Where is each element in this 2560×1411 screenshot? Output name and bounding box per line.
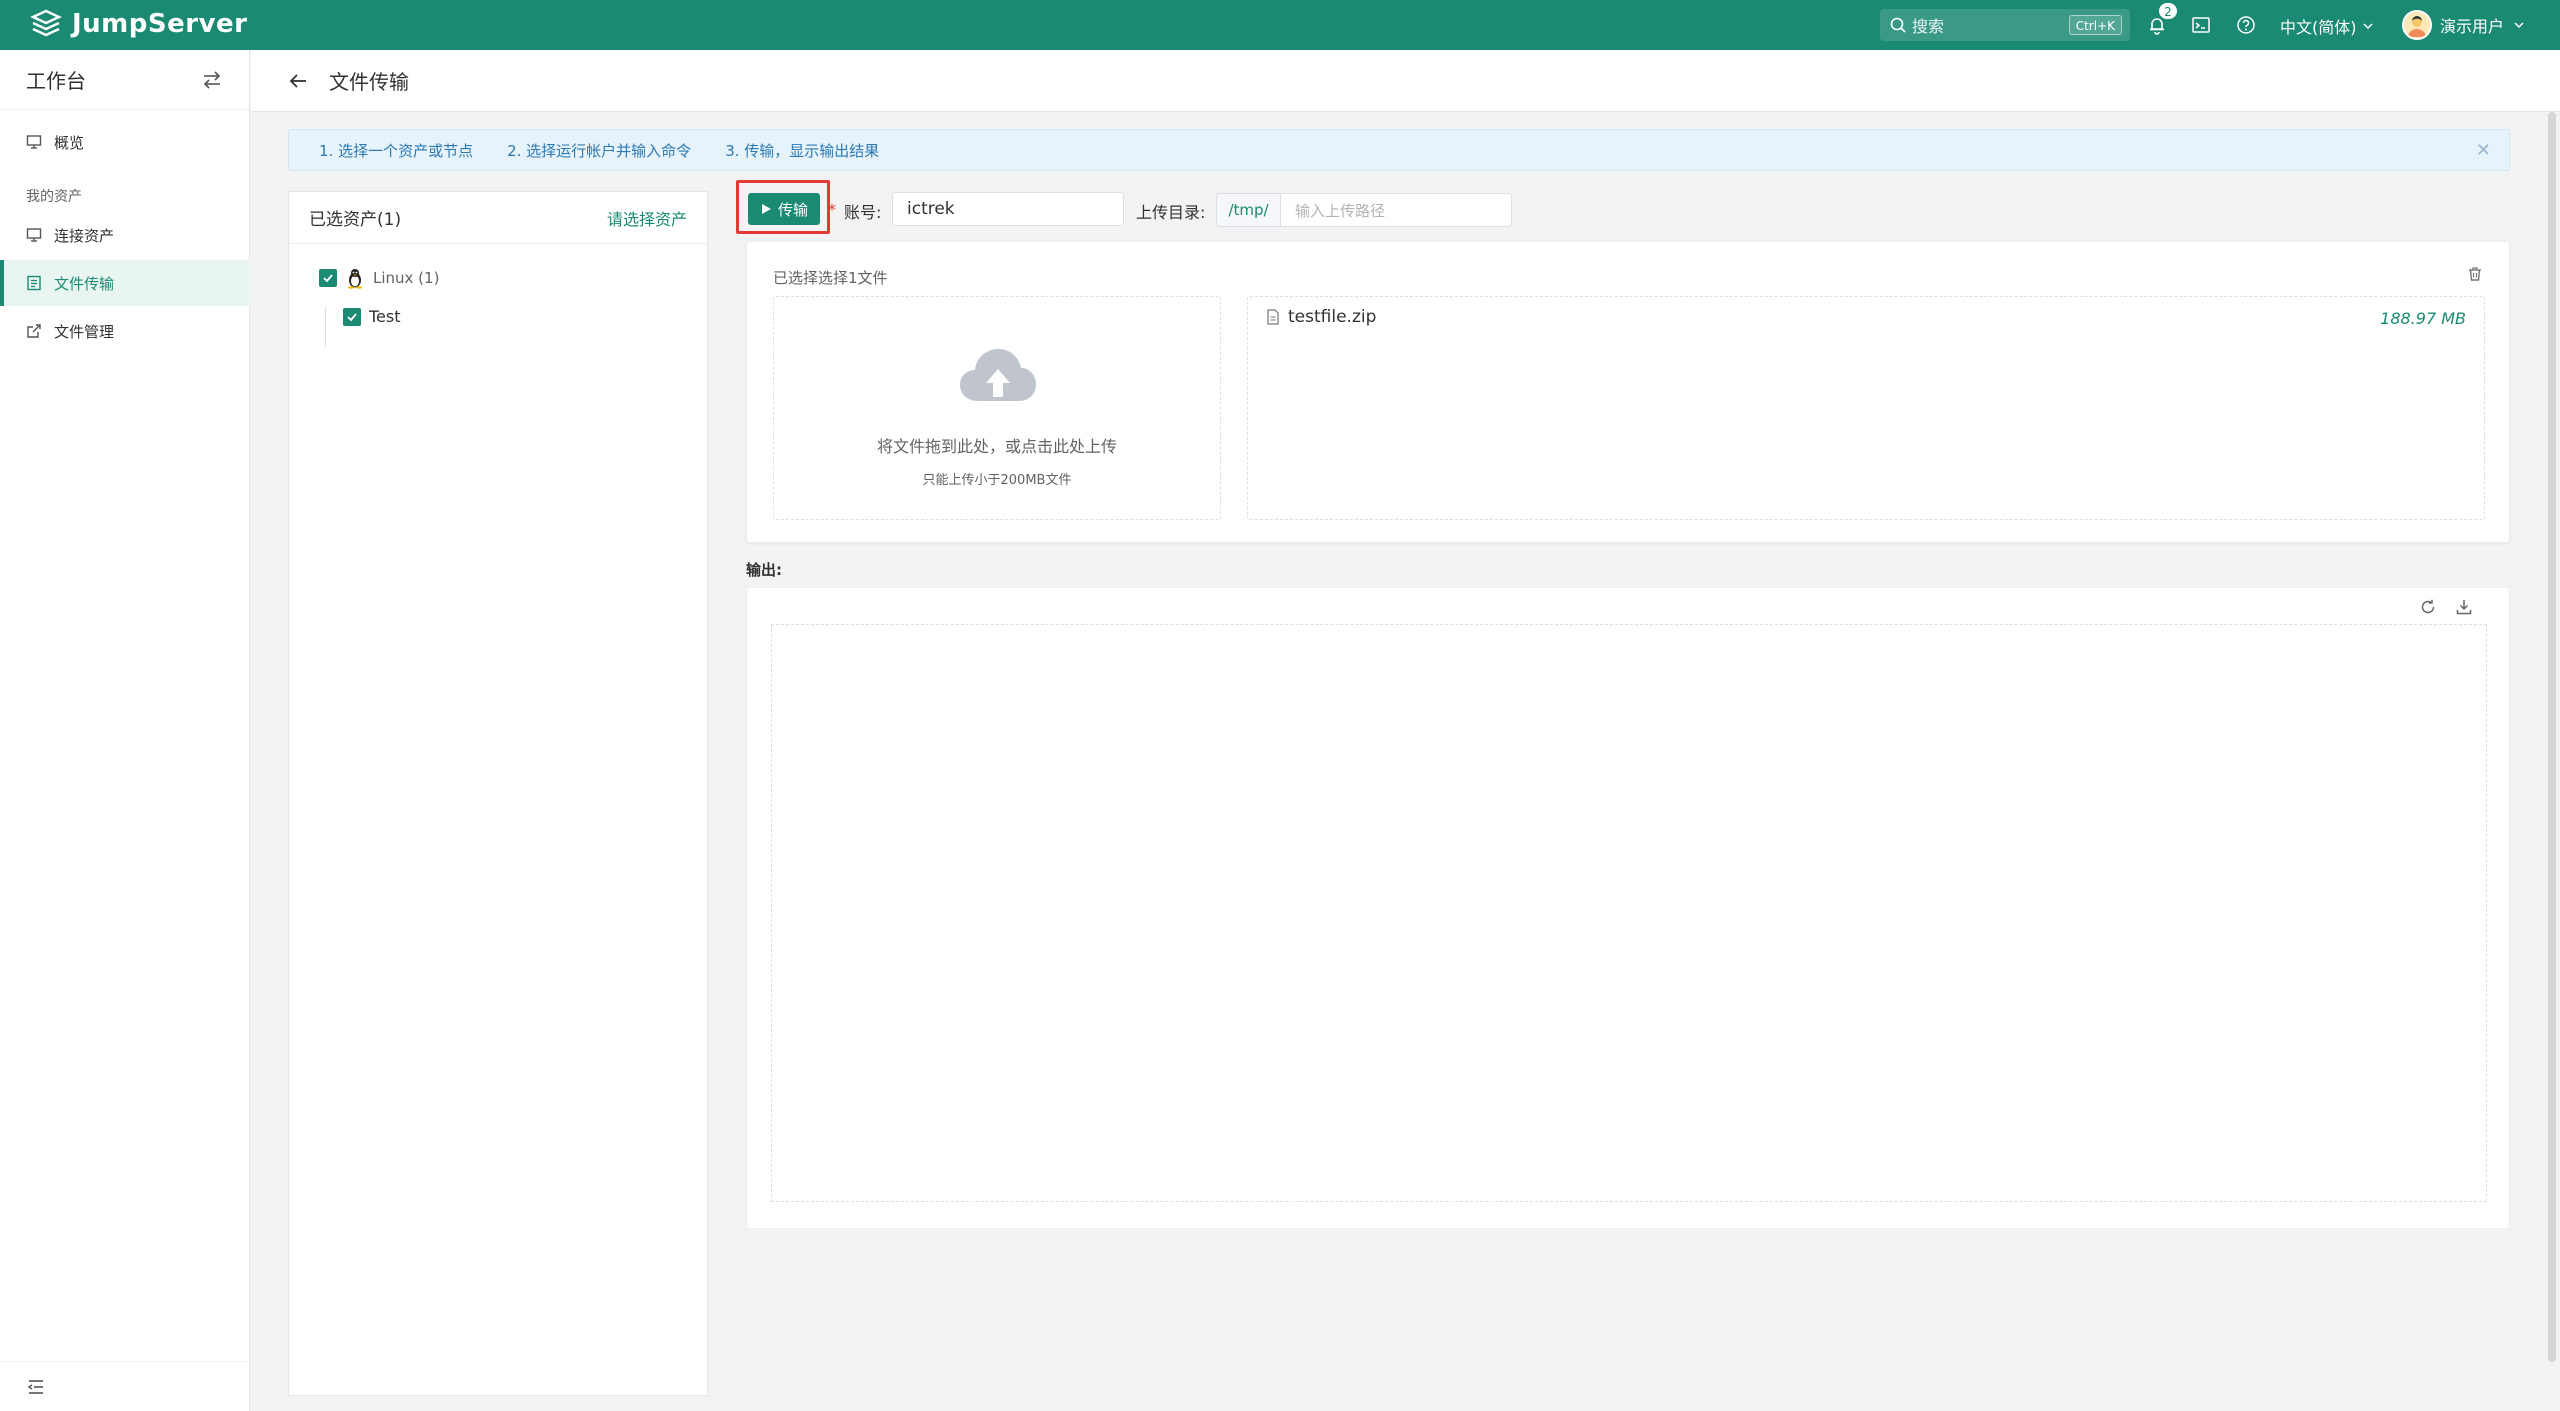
play-icon xyxy=(761,204,771,214)
transfer-button[interactable]: 传输 xyxy=(748,193,820,225)
terminal-icon xyxy=(2192,17,2210,33)
download-icon[interactable] xyxy=(2455,598,2473,616)
jumpserver-logo-icon xyxy=(30,9,62,37)
output-console[interactable] xyxy=(771,624,2487,1202)
tree-connector xyxy=(325,307,326,347)
external-link-icon xyxy=(27,324,41,338)
sidebar-item-connect-assets[interactable]: 连接资产 xyxy=(0,212,250,258)
notifications-button[interactable]: 2 xyxy=(2144,2,2178,38)
monitor-icon xyxy=(26,135,42,149)
output-card xyxy=(746,587,2510,1229)
step-3: 3. 传输，显示输出结果 xyxy=(725,141,880,160)
tree-leaf-label: Test xyxy=(369,307,401,326)
sidebar-footer xyxy=(0,1361,250,1411)
document-icon xyxy=(1267,309,1279,325)
dropzone-tip: 只能上传小于200MB文件 xyxy=(922,473,1072,488)
output-toolbar xyxy=(2419,598,2473,616)
account-select[interactable]: ictrek xyxy=(892,192,1124,226)
tree-node-label: Linux (1) xyxy=(373,269,440,287)
avatar xyxy=(2402,10,2432,40)
global-search[interactable]: 搜索 Ctrl+K xyxy=(1880,9,2130,41)
file-list: testfile.zip 188.97 MB xyxy=(1247,296,2485,520)
account-value: ictrek xyxy=(907,199,955,219)
required-mark: * xyxy=(828,200,836,219)
check-icon xyxy=(347,312,357,321)
upload-dropzone[interactable]: 将文件拖到此处，或点击此处上传 只能上传小于200MB文件 xyxy=(773,296,1221,520)
account-label: 账号: xyxy=(844,203,882,222)
sidebar-header: 工作台 xyxy=(0,50,249,110)
chevron-down-icon xyxy=(2514,22,2524,29)
checkbox-checked[interactable] xyxy=(343,307,361,326)
sidebar-group-my-assets: 我的资产 xyxy=(26,189,82,205)
file-name: testfile.zip xyxy=(1288,307,1377,327)
user-menu[interactable]: 演示用户 xyxy=(2402,10,2526,40)
step-2: 2. 选择运行帐户并输入命令 xyxy=(507,141,692,160)
output-label: 输出: xyxy=(746,561,782,579)
help-button[interactable] xyxy=(2233,12,2259,38)
sidebar-item-label: 概览 xyxy=(54,133,85,152)
transfer-button-label: 传输 xyxy=(777,200,808,219)
language-label: 中文(简体) xyxy=(2280,18,2357,37)
search-shortcut: Ctrl+K xyxy=(2068,15,2122,35)
sidebar-item-label: 连接资产 xyxy=(54,226,115,245)
dropzone-text: 将文件拖到此处，或点击此处上传 xyxy=(876,437,1117,456)
upload-card: 已选择选择1文件 将文件拖到此处，或点击此处上传 只能上传小于200MB文件 t… xyxy=(746,241,2510,543)
language-switcher[interactable]: 中文(简体) xyxy=(2280,14,2375,38)
upload-path-input[interactable]: 输入上传路径 xyxy=(1280,193,1512,227)
assets-panel-title: 已选资产(1) xyxy=(309,210,402,230)
list-item[interactable]: testfile.zip xyxy=(1266,307,2466,327)
notification-badge: 2 xyxy=(2158,2,2178,20)
upload-dir-prefix: /tmp/ xyxy=(1216,193,1280,227)
upload-dir-label: 上传目录: xyxy=(1136,203,1206,222)
tree-node-linux[interactable]: Linux (1) xyxy=(319,267,439,289)
help-circle-icon xyxy=(2237,16,2255,34)
select-assets-link[interactable]: 请选择资产 xyxy=(607,206,687,230)
brand-name: JumpServer xyxy=(72,9,248,39)
file-size: 188.97 MB xyxy=(2380,309,2466,328)
web-terminal-button[interactable] xyxy=(2188,12,2214,38)
clear-files-button[interactable] xyxy=(2467,266,2483,286)
page-header: 文件传输 xyxy=(251,50,2560,112)
sidebar-item-label: 文件传输 xyxy=(54,274,115,293)
selected-assets-panel: 已选资产(1) 请选择资产 Linux (1) Test xyxy=(288,191,708,1396)
close-icon[interactable]: ✕ xyxy=(2476,140,2491,161)
sidebar: 工作台 概览 我的资产 连接资产 文件传输 文件管理 xyxy=(0,50,250,1411)
sidebar-item-file-manager[interactable]: 文件管理 xyxy=(0,308,250,354)
monitor-icon xyxy=(26,228,42,242)
user-avatar-icon xyxy=(2408,16,2426,37)
trash-icon xyxy=(2469,267,2481,281)
back-arrow-icon[interactable] xyxy=(287,70,309,92)
switch-view-icon[interactable] xyxy=(201,69,223,91)
refresh-icon[interactable] xyxy=(2419,598,2437,616)
chevron-down-icon xyxy=(2362,23,2373,30)
page-title: 文件传输 xyxy=(329,70,409,94)
assets-panel-header: 已选资产(1) 请选择资产 xyxy=(289,192,707,244)
sidebar-title: 工作台 xyxy=(26,69,86,93)
sidebar-item-label: 文件管理 xyxy=(54,322,115,341)
check-icon xyxy=(323,274,333,283)
collapse-menu-icon[interactable] xyxy=(26,1377,46,1397)
selected-files-title: 已选择选择1文件 xyxy=(773,269,888,287)
linux-tux-icon xyxy=(348,269,362,289)
search-placeholder: 搜索 xyxy=(1912,17,1945,36)
checkbox-checked[interactable] xyxy=(319,269,337,287)
user-name: 演示用户 xyxy=(2440,17,2505,36)
step-1: 1. 选择一个资产或节点 xyxy=(319,141,474,160)
file-list-icon xyxy=(27,275,41,291)
tree-leaf-test[interactable]: Test xyxy=(343,307,401,326)
sidebar-item-overview[interactable]: 概览 xyxy=(0,119,250,165)
search-icon xyxy=(1890,17,1906,33)
steps-info-bar: 1. 选择一个资产或节点 2. 选择运行帐户并输入命令 3. 传输，显示输出结果… xyxy=(288,129,2510,171)
cloud-upload-icon xyxy=(960,349,1036,401)
upload-path-placeholder: 输入上传路径 xyxy=(1295,201,1386,220)
sidebar-item-file-transfer[interactable]: 文件传输 xyxy=(0,260,250,306)
page-scrollbar[interactable] xyxy=(2548,112,2556,1362)
top-bar: JumpServer 搜索 Ctrl+K 2 中文(简体) 演示用户 xyxy=(0,0,2560,50)
brand-logo[interactable]: JumpServer xyxy=(30,8,247,40)
